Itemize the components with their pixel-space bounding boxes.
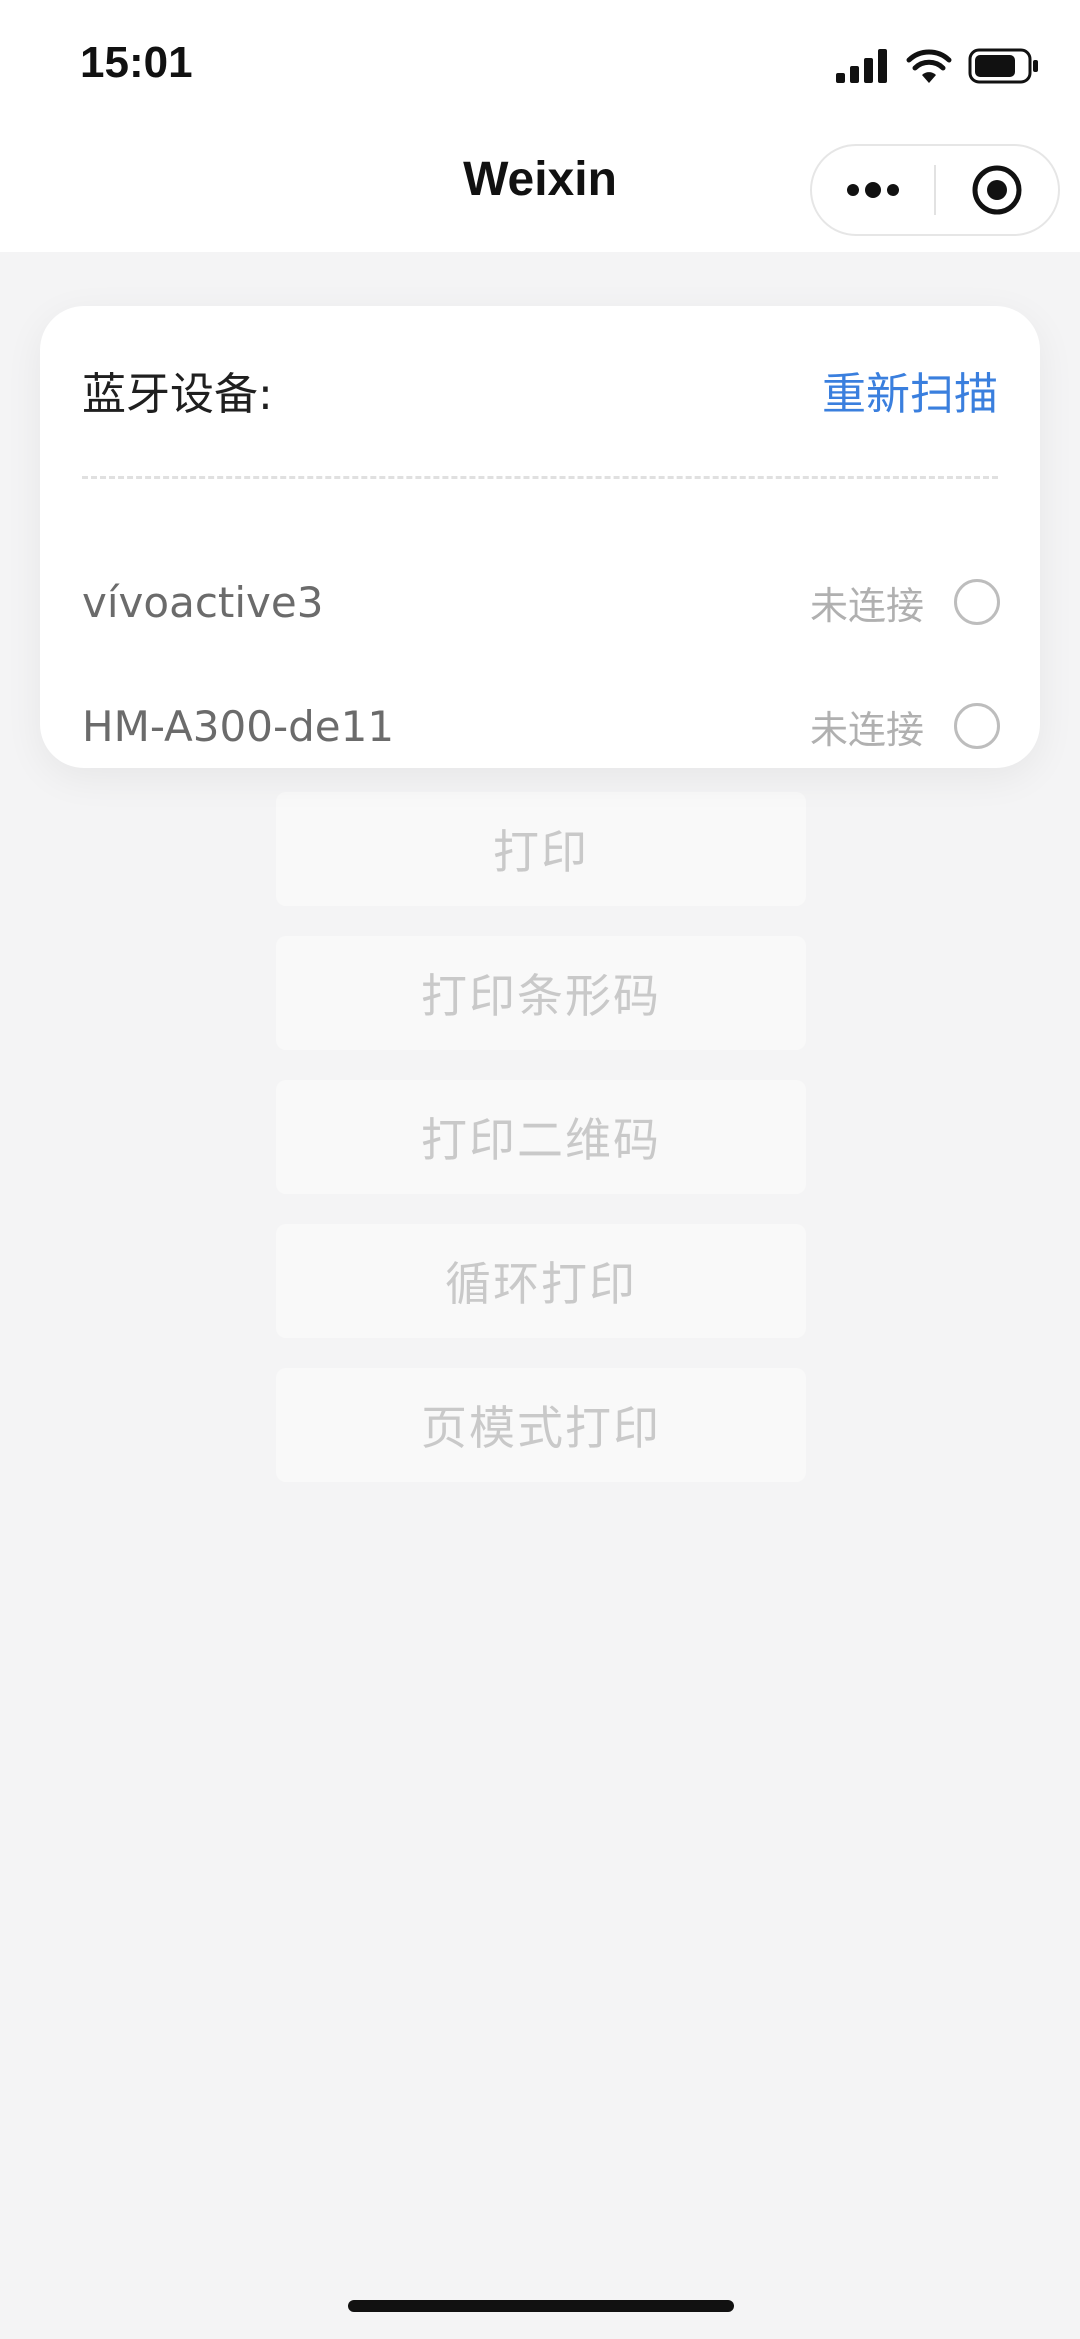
mini-program-capsule [810,144,1060,236]
target-close-icon [972,165,1022,215]
device-radio[interactable] [954,579,1000,625]
print-qrcode-button[interactable]: 打印二维码 [276,1080,806,1194]
bluetooth-devices-title: 蓝牙设备: [82,369,273,420]
close-mini-program-button[interactable] [936,146,1058,234]
more-dots-icon [847,182,899,198]
print-button[interactable]: 打印 [276,792,806,906]
home-indicator[interactable] [348,2300,734,2312]
print-barcode-button[interactable]: 打印条形码 [276,936,806,1050]
device-row[interactable]: HM-A300-de11 未连接 [82,686,1000,766]
cellular-signal-icon [836,49,887,83]
device-name: HM-A300-de11 [82,701,395,751]
rescan-button[interactable]: 重新扫描 [822,358,998,422]
top-bar: 15:01 Weixin [0,0,1080,252]
page-mode-print-button[interactable]: 页模式打印 [276,1368,806,1482]
device-name: vívoactive3 [82,577,324,627]
battery-icon [968,48,1038,84]
status-time: 15:01 [80,38,193,87]
bluetooth-device-card: 蓝牙设备: 重新扫描 vívoactive3 未连接 HM-A300-de11 … [40,306,1040,768]
loop-print-button[interactable]: 循环打印 [276,1224,806,1338]
device-status: 未连接 [809,583,924,628]
device-row[interactable]: vívoactive3 未连接 [82,562,1000,642]
dashed-divider [82,476,998,479]
wifi-icon [906,49,952,83]
more-button[interactable] [812,146,934,234]
status-icons [836,44,1040,88]
device-status: 未连接 [809,707,924,752]
device-radio[interactable] [954,703,1000,749]
